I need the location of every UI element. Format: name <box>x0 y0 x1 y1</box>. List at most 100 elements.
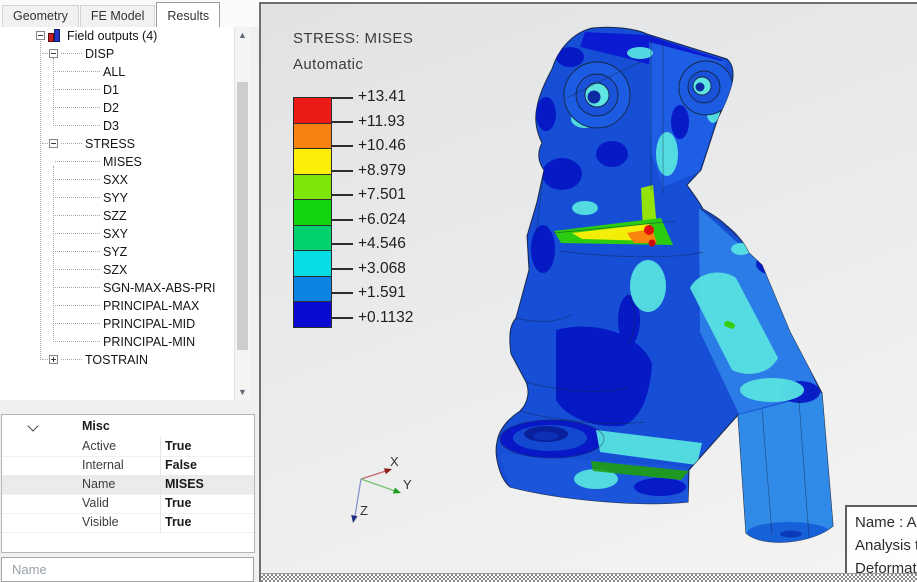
collapse-icon[interactable] <box>49 49 58 58</box>
property-value: False <box>165 456 197 475</box>
name-input[interactable]: Name <box>1 557 254 582</box>
tree-item-all[interactable]: ALL <box>0 63 234 81</box>
tree-connector <box>53 58 54 126</box>
tree-connector <box>55 89 100 90</box>
tree-item-label: STRESS <box>85 135 135 153</box>
tree-item-principal-mid[interactable]: PRINCIPAL-MID <box>0 315 234 333</box>
tree-item-label: SXX <box>103 171 128 189</box>
tree-connector <box>55 107 100 108</box>
tree-item-label: D2 <box>103 99 119 117</box>
tree-connector <box>55 161 100 162</box>
tree-connector <box>55 215 100 216</box>
tree-item-label: SYY <box>103 189 128 207</box>
tree-item-szz[interactable]: SZZ <box>0 207 234 225</box>
tree-item-sxy[interactable]: SXY <box>0 225 234 243</box>
property-value: True <box>165 513 191 532</box>
property-row-valid[interactable]: ValidTrue <box>2 494 254 514</box>
tree-item-principal-min[interactable]: PRINCIPAL-MIN <box>0 333 234 351</box>
tree-item-label: PRINCIPAL-MIN <box>103 333 195 351</box>
property-row-internal[interactable]: Internal False <box>2 456 254 476</box>
properties-group-header[interactable]: Misc <box>2 415 254 437</box>
property-name: Valid <box>82 494 109 513</box>
results-tree[interactable]: Field outputs (4)DISPALLD1D2D3STRESSMISE… <box>0 27 234 400</box>
tree-connector <box>61 359 82 360</box>
left-panel: GeometryFE ModelResults Field outputs (4… <box>0 0 259 582</box>
expand-icon[interactable] <box>49 355 58 364</box>
tree-item-label: DISP <box>85 45 114 63</box>
scroll-up-icon[interactable]: ▲ <box>235 27 250 43</box>
tree-connector <box>40 41 41 360</box>
z-axis-label: Z <box>360 503 368 518</box>
chevron-down-icon <box>27 420 38 431</box>
property-row-name[interactable]: NameMISES <box>2 475 254 495</box>
model-3d[interactable]: X Y Z <box>261 4 917 582</box>
tree-item-label: SZX <box>103 261 127 279</box>
tree-connector <box>55 287 100 288</box>
collapse-icon[interactable] <box>49 139 58 148</box>
tree-connector <box>55 251 100 252</box>
tree-connector <box>55 269 100 270</box>
property-value: True <box>165 437 191 456</box>
tree-item-syz[interactable]: SYZ <box>0 243 234 261</box>
analysis-info-box: Name : AAnalysis tDeformat <box>845 505 917 577</box>
tree-connector <box>55 233 100 234</box>
scrollbar-thumb[interactable] <box>237 82 248 350</box>
tab-geometry[interactable]: Geometry <box>2 5 79 27</box>
tree-item-d3[interactable]: D3 <box>0 117 234 135</box>
tree-item-label: PRINCIPAL-MAX <box>103 297 199 315</box>
y-axis-label: Y <box>403 477 412 492</box>
scroll-down-icon[interactable]: ▼ <box>235 384 250 400</box>
tree-item-tostrain[interactable]: TOSTRAIN <box>0 351 234 369</box>
tree-item-szx[interactable]: SZX <box>0 261 234 279</box>
collapse-icon[interactable] <box>36 31 45 40</box>
property-name: Visible <box>82 513 119 532</box>
tree-item-label: SYZ <box>103 243 127 261</box>
tree-item-d2[interactable]: D2 <box>0 99 234 117</box>
tree-item-sxx[interactable]: SXX <box>0 171 234 189</box>
property-name: Name <box>82 475 115 494</box>
tree-item-label: Field outputs (4) <box>67 27 157 45</box>
property-row-active[interactable]: Active True <box>2 437 254 457</box>
tree-items: Field outputs (4)DISPALLD1D2D3STRESSMISE… <box>0 27 234 400</box>
tree-item-field-outputs-4-[interactable]: Field outputs (4) <box>0 27 234 45</box>
properties-column-divider <box>160 437 161 532</box>
tree-item-label: MISES <box>103 153 142 171</box>
tab-fe-model[interactable]: FE Model <box>80 5 156 27</box>
tree-item-disp[interactable]: DISP <box>0 45 234 63</box>
3d-viewport[interactable]: STRESS: MISES Automatic +13.41+11.93+10.… <box>259 2 917 582</box>
z-axis-arrow <box>351 515 357 523</box>
tree-item-syy[interactable]: SYY <box>0 189 234 207</box>
tree-connector <box>55 125 100 126</box>
property-name: Active <box>82 437 116 456</box>
tree-item-principal-max[interactable]: PRINCIPAL-MAX <box>0 297 234 315</box>
tree-item-label: TOSTRAIN <box>85 351 148 369</box>
tree-connector <box>42 143 48 144</box>
icon-bar-red <box>48 33 54 42</box>
property-row-visible[interactable]: Visible True <box>2 513 254 533</box>
axis-triad: X Y Z <box>351 454 412 523</box>
tree-connector <box>42 53 48 54</box>
tree-connector <box>55 197 100 198</box>
property-name: Internal <box>82 456 124 475</box>
y-axis-arrow <box>393 488 401 494</box>
tree-connector <box>55 179 100 180</box>
tree-connector <box>42 359 48 360</box>
properties-panel: Misc Active True Internal FalseNameMISESVal… <box>1 414 255 553</box>
tree-item-label: D3 <box>103 117 119 135</box>
tab-results[interactable]: Results <box>156 2 220 27</box>
tree-connector <box>55 323 100 324</box>
viewport-bottom-hatch <box>261 573 917 582</box>
tree-item-stress[interactable]: STRESS <box>0 135 234 153</box>
x-axis-arrow <box>384 468 392 474</box>
tree-item-label: D1 <box>103 81 119 99</box>
tree-connector <box>55 341 100 342</box>
info-box-line: Analysis t <box>855 534 917 557</box>
tree-connector <box>55 71 100 72</box>
tree-item-label: SGN-MAX-ABS-PRI <box>103 279 216 297</box>
field-outputs-icon <box>47 29 62 43</box>
tree-item-sgn-max-abs-pri[interactable]: SGN-MAX-ABS-PRI <box>0 279 234 297</box>
tree-item-mises[interactable]: MISES <box>0 153 234 171</box>
icon-bar-blue <box>54 29 60 42</box>
tree-item-d1[interactable]: D1 <box>0 81 234 99</box>
tree-scrollbar[interactable]: ▲ ▼ <box>234 27 250 400</box>
